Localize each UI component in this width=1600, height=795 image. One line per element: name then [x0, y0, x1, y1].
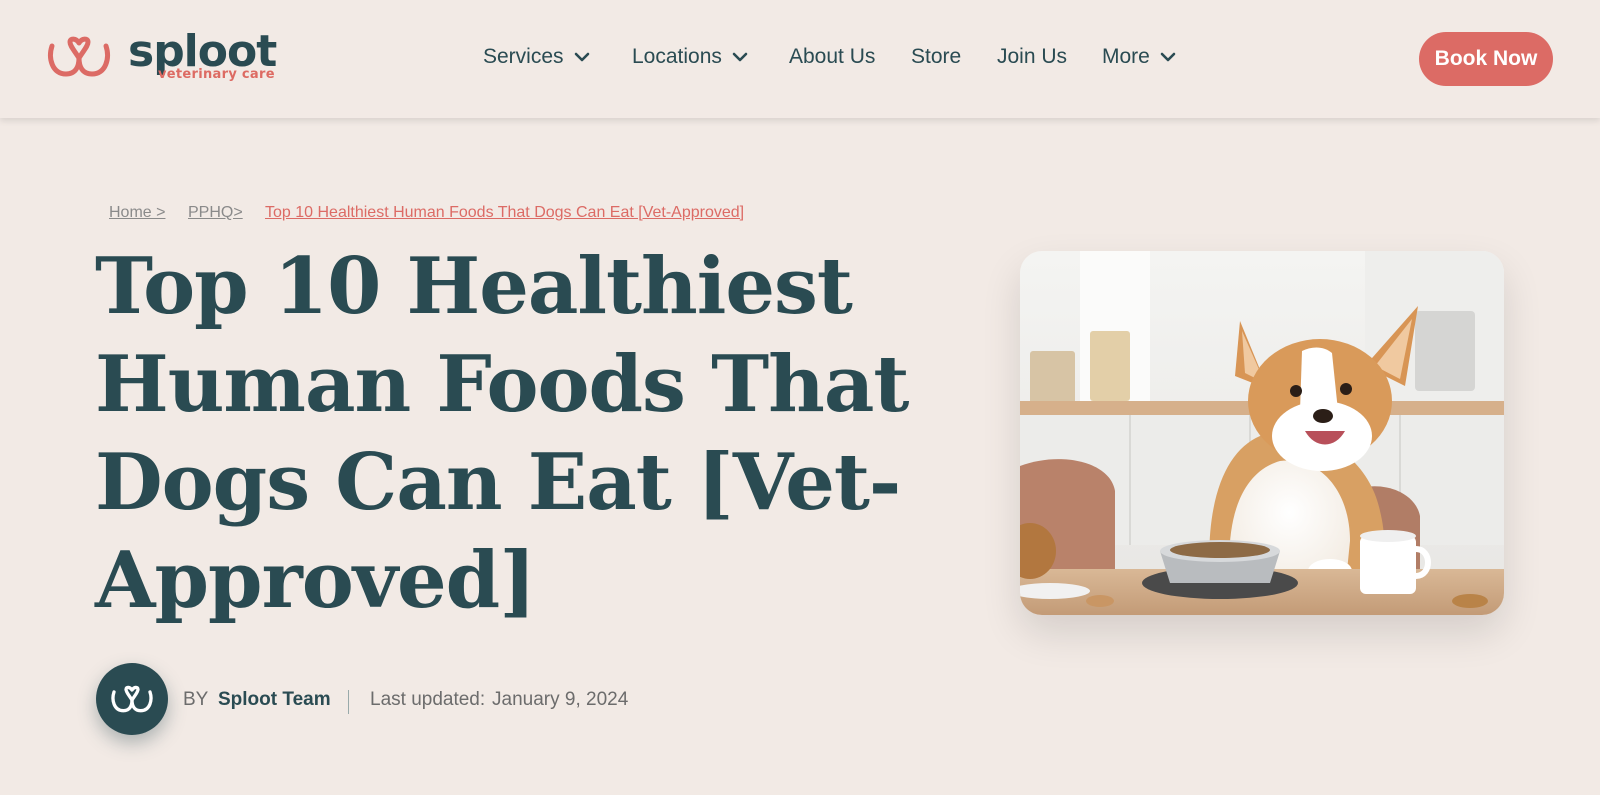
- author-avatar: [96, 663, 168, 735]
- last-updated-label: Last updated:: [370, 689, 486, 710]
- breadcrumb-pphq[interactable]: PPHQ>: [188, 204, 243, 222]
- book-now-button[interactable]: Book Now: [1419, 32, 1553, 86]
- nav-item-services[interactable]: Services: [483, 45, 590, 69]
- nav-item-label: About Us: [789, 45, 876, 68]
- site-header: sploot veterinary care Services Location…: [0, 0, 1600, 118]
- nav-item-about-us[interactable]: About Us: [789, 45, 875, 69]
- nav-item-label: More: [1102, 45, 1150, 68]
- nav-item-store[interactable]: Store: [911, 45, 961, 69]
- page-title: Top 10 Healthiest Human Foods That Dogs …: [95, 241, 909, 626]
- breadcrumb-current[interactable]: Top 10 Healthiest Human Foods That Dogs …: [265, 204, 744, 222]
- nav-item-label: Locations: [632, 45, 722, 68]
- hero-image: [1020, 251, 1504, 615]
- nav-item-more[interactable]: More: [1102, 45, 1176, 69]
- byline-by-label: BY: [183, 689, 209, 710]
- byline-divider: [348, 690, 349, 714]
- paw-heart-logo-icon: [111, 685, 153, 713]
- breadcrumb-home[interactable]: Home >: [109, 204, 165, 222]
- author-name[interactable]: Sploot Team: [218, 689, 331, 711]
- nav-item-locations[interactable]: Locations: [632, 45, 748, 69]
- paw-heart-logo-icon: [48, 36, 110, 77]
- last-updated-date: January 9, 2024: [492, 689, 629, 710]
- sploot-logo[interactable]: sploot veterinary care: [46, 30, 277, 86]
- logo-tagline: veterinary care: [158, 67, 275, 82]
- nav-item-label: Services: [483, 45, 564, 68]
- chevron-down-icon: [574, 52, 589, 62]
- corgi-photo-icon: [1020, 251, 1504, 615]
- nav-item-join-us[interactable]: Join Us: [997, 45, 1067, 69]
- chevron-down-icon: [732, 52, 748, 62]
- nav-item-label: Join Us: [997, 45, 1068, 68]
- nav-item-label: Store: [911, 45, 962, 68]
- chevron-down-icon: [1160, 52, 1176, 62]
